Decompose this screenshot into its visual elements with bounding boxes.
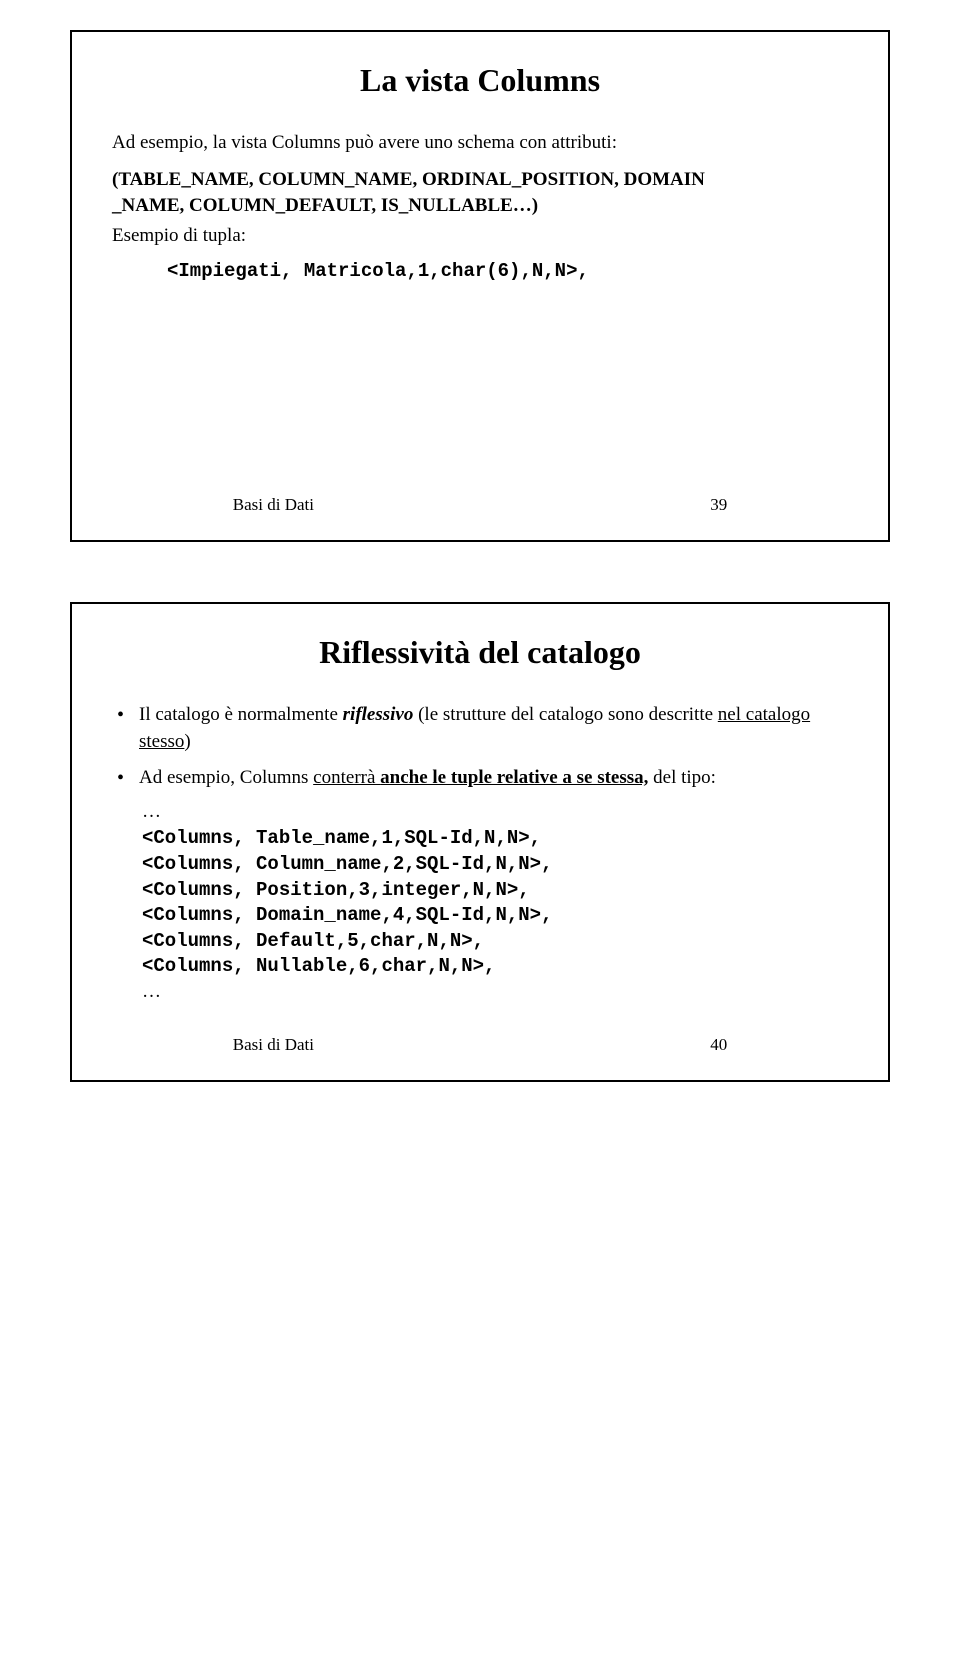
attr-line-2: _NAME, COLUMN_DEFAULT, IS_NULLABLE…): [112, 193, 848, 220]
bullet-1-text-c: (le strutture del catalogo sono descritt…: [413, 704, 717, 725]
footer-label: Basi di Dati: [233, 495, 314, 514]
code-line-5: <Columns, Default,5,char,N,N>,: [142, 929, 848, 955]
code-line-6: <Columns, Nullable,6,char,N,N>,: [142, 954, 848, 980]
footer-label: Basi di Dati: [233, 1035, 314, 1054]
bullet-2-text-d: del tipo:: [648, 767, 716, 788]
code-line-4: <Columns, Domain_name,4,SQL-Id,N,N>,: [142, 903, 848, 929]
slide-2-footer: Basi di Dati 40: [112, 1035, 848, 1055]
code-line-2: <Columns, Column_name,2,SQL-Id,N,N>,: [142, 852, 848, 878]
slide-2-title: Riflessività del catalogo: [112, 634, 848, 671]
bullet-1-text-e: ): [184, 731, 190, 752]
slide-1-tuple: <Impiegati, Matricola,1,char(6),N,N>,: [167, 259, 848, 285]
slide-2: Riflessività del catalogo Il catalogo è …: [70, 602, 890, 1082]
slide-1-attributes: (TABLE_NAME, COLUMN_NAME, ORDINAL_POSITI…: [112, 167, 848, 220]
slide-2-bullet-list: Il catalogo è normalmente riflessivo (le…: [112, 701, 848, 792]
bullet-1-text-b: riflessivo: [343, 704, 414, 725]
code-line-3: <Columns, Position,3,integer,N,N>,: [142, 878, 848, 904]
bullet-2-text-a: Ad esempio, Columns: [139, 767, 313, 788]
attr-line-1: (TABLE_NAME, COLUMN_NAME, ORDINAL_POSITI…: [112, 167, 848, 194]
slide-1-title: La vista Columns: [112, 62, 848, 99]
bullet-2-text-c: anche le tuple relative a se stessa,: [380, 767, 648, 788]
code-line-1: <Columns, Table_name,1,SQL-Id,N,N>,: [142, 826, 848, 852]
bullet-2-text-b: conterrà: [313, 767, 380, 788]
slide-1: La vista Columns Ad esempio, la vista Co…: [70, 30, 890, 542]
bullet-2: Ad esempio, Columns conterrà anche le tu…: [117, 764, 848, 792]
ellipsis-bottom: …: [142, 980, 848, 1005]
slide-1-footer: Basi di Dati 39: [112, 495, 848, 515]
bullet-1: Il catalogo è normalmente riflessivo (le…: [117, 701, 848, 756]
ellipsis-top: …: [142, 800, 848, 825]
footer-page-number: 40: [710, 1035, 727, 1054]
slide-1-example-label: Esempio di tupla:: [112, 222, 848, 250]
footer-page-number: 39: [710, 495, 727, 514]
bullet-1-text-a: Il catalogo è normalmente: [139, 704, 343, 725]
slide-1-spacer: [112, 285, 848, 485]
slide-1-intro: Ad esempio, la vista Columns può avere u…: [112, 129, 848, 157]
slide-2-spacer: [112, 1005, 848, 1025]
slide-2-code-block: <Columns, Table_name,1,SQL-Id,N,N>, <Col…: [142, 826, 848, 980]
